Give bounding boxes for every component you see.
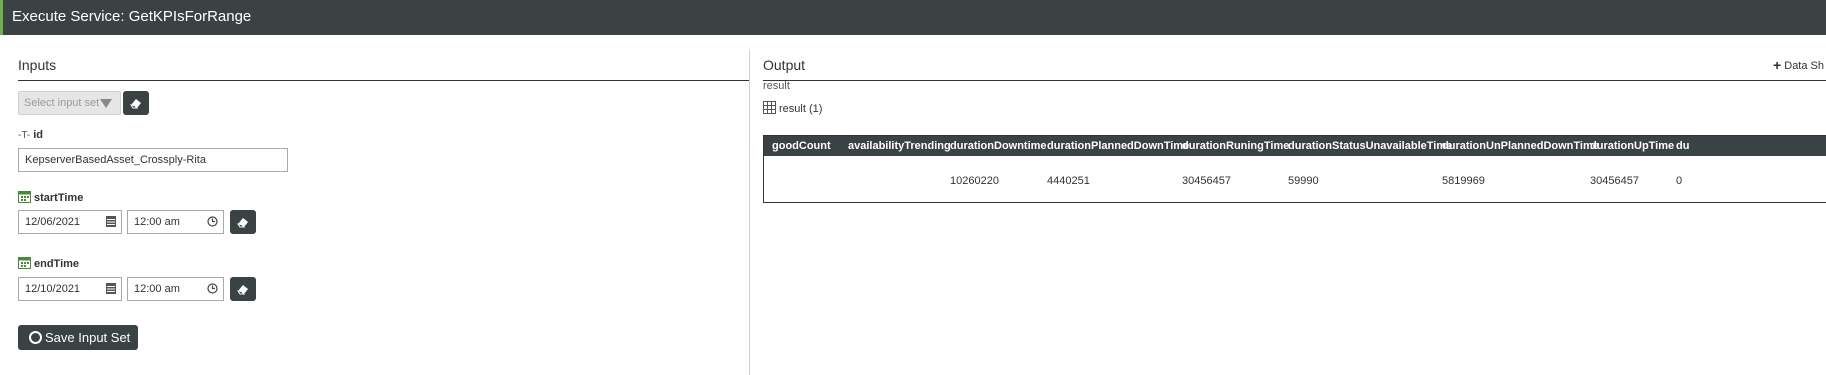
output-divider bbox=[763, 80, 1826, 81]
data-shape-label: Data Sh bbox=[1784, 60, 1824, 72]
endtime-date-input[interactable]: 12/10/2021 bbox=[18, 277, 122, 301]
clock-icon[interactable] bbox=[207, 216, 218, 230]
clear-starttime-button[interactable] bbox=[230, 210, 256, 234]
dropdown-arrow-icon bbox=[100, 99, 112, 108]
input-set-placeholder: Select input set bbox=[24, 97, 100, 109]
starttime-date-input[interactable]: 12/06/2021 bbox=[18, 210, 122, 234]
table-cell: 4440251 bbox=[1047, 175, 1090, 187]
col-header[interactable]: durationDowntime bbox=[950, 140, 1047, 152]
id-label-row: -T-id bbox=[18, 129, 43, 141]
col-header[interactable]: du bbox=[1676, 140, 1689, 152]
save-input-set-button[interactable]: Save Input Set bbox=[18, 325, 138, 350]
table-header: goodCount availabilityTrending durationD… bbox=[764, 136, 1826, 156]
result-label: result bbox=[763, 80, 790, 92]
clear-endtime-button[interactable] bbox=[230, 277, 256, 301]
table-cell: 30456457 bbox=[1182, 175, 1231, 187]
col-header[interactable]: durationUnPlannedDownTime bbox=[1442, 140, 1599, 152]
string-type-icon: -T- bbox=[18, 129, 31, 141]
endtime-label: endTime bbox=[34, 257, 80, 270]
output-heading: Output bbox=[763, 57, 806, 73]
col-header[interactable]: durationUpTime bbox=[1590, 140, 1674, 152]
save-input-set-label: Save Input Set bbox=[45, 330, 131, 345]
starttime-label: startTime bbox=[34, 191, 84, 204]
inputs-panel: Inputs Select input set -T-id KepserverB… bbox=[0, 35, 749, 375]
output-panel: Output + Data Sh result result (1) goodC… bbox=[750, 35, 1826, 375]
page-title: Execute Service: GetKPIsForRange bbox=[12, 8, 252, 25]
starttime-date-value: 12/06/2021 bbox=[25, 216, 81, 228]
endtime-date-value: 12/10/2021 bbox=[25, 283, 81, 295]
endtime-time-input[interactable]: 12:00 am bbox=[127, 277, 224, 301]
id-label: id bbox=[33, 129, 43, 141]
inputs-divider bbox=[18, 80, 749, 81]
data-shape-button[interactable]: + Data Sh bbox=[1773, 57, 1824, 73]
col-header[interactable]: durationPlannedDownTime bbox=[1047, 140, 1189, 152]
id-input[interactable]: KepserverBasedAsset_Crossply-Rita bbox=[18, 148, 288, 172]
col-header[interactable]: availabilityTrending bbox=[848, 140, 951, 152]
result-count-label: result (1) bbox=[779, 102, 823, 115]
plus-icon: + bbox=[1773, 57, 1782, 73]
calendar-icon bbox=[18, 256, 31, 272]
calendar-icon bbox=[18, 190, 31, 206]
clear-input-set-button[interactable] bbox=[123, 91, 149, 115]
col-header[interactable]: goodCount bbox=[772, 140, 831, 152]
circle-icon bbox=[29, 331, 42, 344]
starttime-time-value: 12:00 am bbox=[134, 216, 180, 228]
eraser-icon bbox=[236, 218, 248, 228]
col-header[interactable]: durationRuningTime bbox=[1182, 140, 1289, 152]
input-set-select[interactable]: Select input set bbox=[18, 91, 121, 115]
calendar-picker-icon[interactable] bbox=[106, 283, 116, 297]
table-cell: 30456457 bbox=[1590, 175, 1639, 187]
table-cell: 0 bbox=[1676, 175, 1683, 187]
endtime-time-value: 12:00 am bbox=[134, 283, 180, 295]
calendar-picker-icon[interactable] bbox=[106, 216, 116, 230]
eraser-icon bbox=[236, 285, 248, 295]
table-cell: 5819969 bbox=[1442, 175, 1485, 187]
starttime-time-input[interactable]: 12:00 am bbox=[127, 210, 224, 234]
endtime-label-row: endTime bbox=[18, 256, 79, 272]
starttime-label-row: startTime bbox=[18, 190, 83, 206]
clock-icon[interactable] bbox=[207, 283, 218, 297]
result-table: goodCount availabilityTrending durationD… bbox=[763, 135, 1826, 203]
table-icon bbox=[763, 101, 776, 117]
col-header[interactable]: durationStatusUnavailableTime bbox=[1288, 140, 1452, 152]
title-bar: Execute Service: GetKPIsForRange bbox=[0, 0, 1826, 35]
table-cell: 59990 bbox=[1288, 175, 1319, 187]
eraser-icon bbox=[129, 99, 141, 109]
result-count-row: result (1) bbox=[763, 101, 822, 117]
inputs-heading: Inputs bbox=[18, 57, 57, 73]
table-cell: 10260220 bbox=[950, 175, 999, 187]
